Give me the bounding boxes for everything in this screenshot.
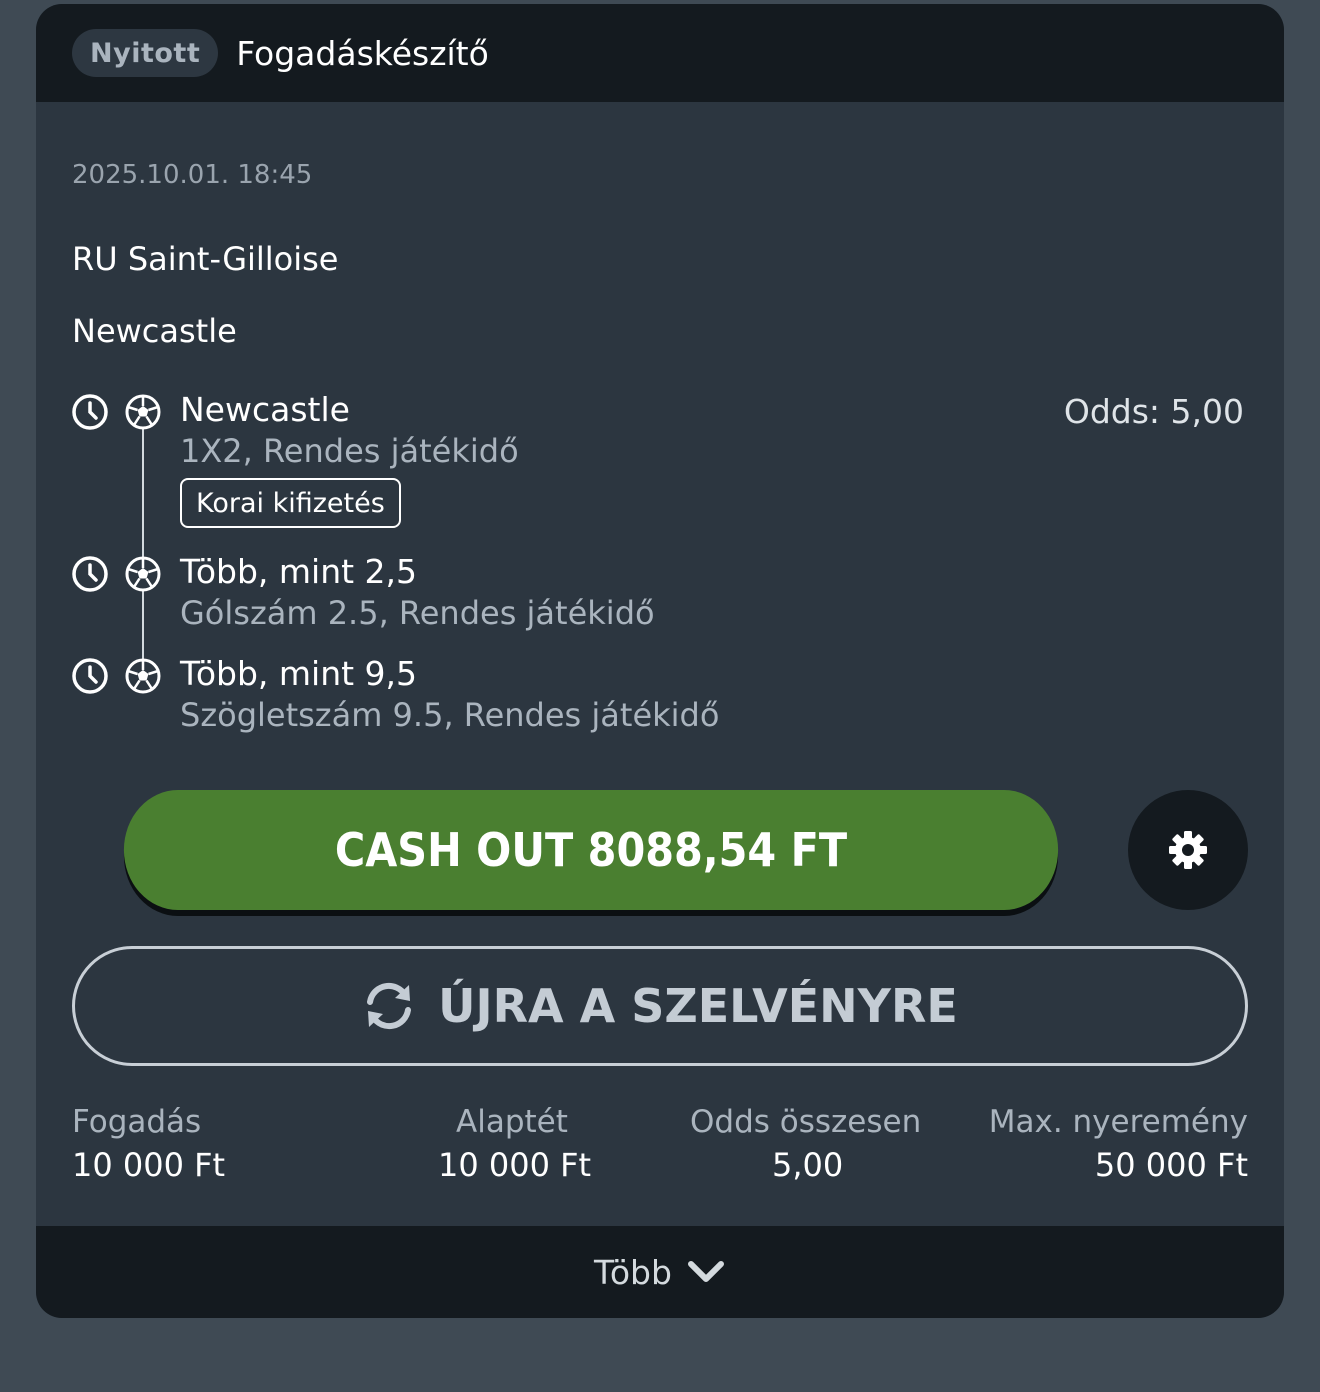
total-odds-value: 5,00 (772, 1146, 844, 1184)
away-team: Newcastle (72, 312, 237, 350)
cash-out-settings-button[interactable] (1128, 790, 1248, 910)
base-stake-value: 10 000 Ft (438, 1146, 592, 1184)
base-stake-label: Alaptét (456, 1104, 568, 1140)
rebet-label: ÚJRA A SZELVÉNYRE (438, 979, 958, 1033)
clock-icon (72, 394, 108, 430)
max-win-value: 50 000 Ft (1094, 1146, 1248, 1184)
rebet-button[interactable]: ÚJRA A SZELVÉNYRE (72, 946, 1248, 1066)
event-datetime: 2025.10.01. 18:45 (72, 160, 313, 190)
soccer-ball-icon (125, 556, 161, 592)
stake-value: 10 000 Ft (72, 1146, 226, 1184)
card-header: Nyitott Fogadáskészítő (36, 4, 1284, 102)
selection-name: Newcastle (180, 390, 350, 429)
show-more-button[interactable]: Több (36, 1226, 1284, 1318)
max-win-label: Max. nyeremény (988, 1104, 1248, 1140)
soccer-ball-icon (125, 394, 161, 430)
soccer-ball-icon (125, 658, 161, 694)
bet-type-title: Fogadáskészítő (236, 33, 489, 73)
early-payout-badge: Korai kifizetés (180, 478, 401, 528)
chevron-down-icon (687, 1261, 724, 1282)
selection-name: Több, mint 9,5 (180, 654, 418, 693)
gear-icon (1169, 831, 1207, 869)
selection-timeline (142, 412, 144, 676)
home-team: RU Saint-Gilloise (72, 240, 339, 278)
refresh-icon (367, 982, 412, 1030)
show-more-label: Több (594, 1252, 672, 1292)
stake-label: Fogadás (72, 1104, 202, 1140)
status-badge: Nyitott (72, 29, 219, 77)
selection-market: Gólszám 2.5, Rendes játékidő (180, 594, 655, 632)
selection-odds: Odds: 5,00 (1063, 392, 1244, 431)
clock-icon (72, 658, 108, 694)
cash-out-button[interactable]: CASH OUT 8088,54 FT (123, 790, 1059, 910)
clock-icon (72, 556, 108, 592)
bet-slip-card: Nyitott Fogadáskészítő 2025.10.01. 18:45… (36, 4, 1284, 1318)
total-odds-label: Odds összesen (690, 1104, 922, 1140)
selection-market: Szögletszám 9.5, Rendes játékidő (180, 696, 720, 734)
selection-name: Több, mint 2,5 (180, 552, 418, 591)
selection-market: 1X2, Rendes játékidő (180, 432, 519, 470)
